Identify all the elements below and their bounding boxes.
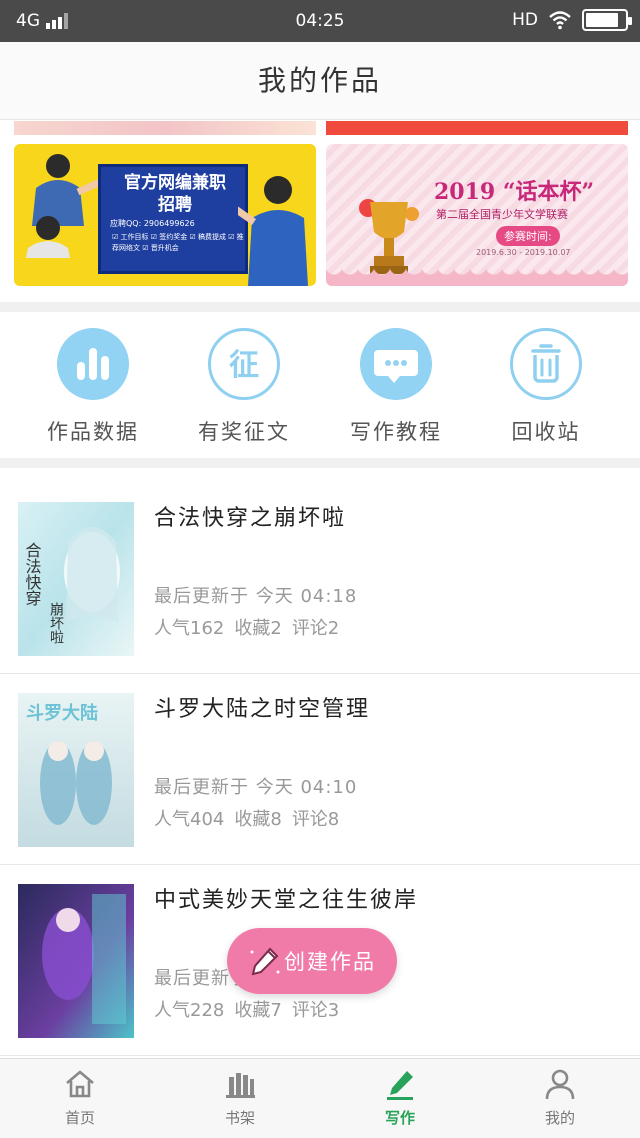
nav-label: 书架 xyxy=(224,1109,255,1127)
comments-count: 评论2 xyxy=(291,618,340,639)
svg-text:合法快穿: 合法快穿 xyxy=(23,542,42,607)
book-cover-image: 合法快穿 崩坏啦 xyxy=(18,502,134,656)
contest-banner[interactable]: 2019 “话本杯” 第二届全国青少年文学联赛 参赛时间: 2019.6.30 … xyxy=(326,144,628,286)
title-bar: 我的作品 xyxy=(0,42,640,120)
bookshelf-icon xyxy=(226,1073,255,1098)
recruitment-perks: ☑ 工作目标 ☑ 签约奖金 ☑ 稿费提成 ☑ 推荐网络文 ☑ 晋升机会 xyxy=(112,233,244,252)
quick-actions: 作品数据 征 有奖征文 写作教程 回收站 xyxy=(0,314,640,460)
popularity-count: 人气162 xyxy=(154,618,225,639)
popularity-count: 人气404 xyxy=(154,809,225,830)
hd-indicator: HD xyxy=(512,10,538,30)
nav-profile[interactable]: 我的 xyxy=(480,1067,640,1128)
nav-home[interactable]: 首页 xyxy=(0,1067,160,1128)
svg-text:崩坏啦: 崩坏啦 xyxy=(48,602,64,644)
action-recycle-bin[interactable]: 回收站 xyxy=(470,328,622,446)
work-title: 斗罗大陆之时空管理 xyxy=(154,697,371,722)
favorites-count: 收藏8 xyxy=(234,809,282,830)
nav-label: 写作 xyxy=(384,1109,415,1127)
work-updated: 最后更新于 今天 04:18 xyxy=(154,586,358,607)
profile-icon xyxy=(545,1069,575,1100)
recruitment-title: 官方网编兼职 招聘 xyxy=(124,173,226,215)
bottom-navigation: 首页 书架 写作 我的 xyxy=(0,1058,640,1138)
contest-time-label: 参赛时间: xyxy=(496,226,560,246)
page-title: 我的作品 xyxy=(257,64,382,97)
book-cover-image xyxy=(18,884,134,1038)
popularity-count: 人气228 xyxy=(154,1000,225,1021)
contest-date: 2019.6.30 - 2019.10.07 xyxy=(476,248,571,257)
wifi-icon xyxy=(549,11,571,30)
nav-bookshelf[interactable]: 书架 xyxy=(160,1067,320,1128)
battery-icon xyxy=(582,9,632,31)
work-updated: 最后更新于 今天 04:10 xyxy=(154,777,358,798)
person-illustration xyxy=(26,154,98,258)
action-contest[interactable]: 征 有奖征文 xyxy=(168,328,320,446)
trophy-icon xyxy=(359,199,419,274)
decorative-scallop xyxy=(326,266,628,286)
contest-title: 2019 “话本杯” xyxy=(434,179,595,205)
work-title: 中式美妙天堂之往生彼岸 xyxy=(154,888,419,913)
create-work-button[interactable]: 创建作品 xyxy=(227,928,397,994)
action-label: 写作教程 xyxy=(350,420,442,444)
action-tutorial[interactable]: 写作教程 xyxy=(320,328,472,446)
bar-chart-icon xyxy=(57,328,129,400)
nav-label: 首页 xyxy=(64,1109,95,1127)
favorites-count: 收藏2 xyxy=(234,618,282,639)
svg-text:征: 征 xyxy=(229,348,259,383)
nav-label: 我的 xyxy=(544,1109,575,1127)
chat-bubble-icon xyxy=(360,328,432,400)
action-work-data[interactable]: 作品数据 xyxy=(17,328,169,446)
comments-count: 评论8 xyxy=(291,809,340,830)
recruitment-qq: 应聘QQ: 2906499626 xyxy=(110,219,195,228)
write-icon xyxy=(387,1071,413,1100)
trash-icon xyxy=(510,328,582,400)
status-bar: 4G 04:25 HD xyxy=(0,0,640,42)
book-cover-image: 斗罗大陆 xyxy=(18,693,134,847)
comments-count: 评论3 xyxy=(291,1000,340,1021)
work-title: 合法快穿之崩坏啦 xyxy=(154,506,347,531)
banner-preview-left[interactable] xyxy=(14,121,316,135)
home-icon xyxy=(66,1070,94,1098)
svg-text:斗罗大陆: 斗罗大陆 xyxy=(26,702,98,724)
pencil-icon xyxy=(250,947,280,976)
status-icons: HD xyxy=(512,9,632,31)
action-label: 作品数据 xyxy=(47,420,139,444)
work-item[interactable]: 斗罗大陆 斗罗大陆之时空管理 最后更新于 今天 04:10 人气404 收藏8 评论… xyxy=(0,675,640,865)
contest-subtitle: 第二届全国青少年文学联赛 xyxy=(436,208,568,221)
job-recruitment-banner[interactable]: 官方网编兼职 招聘 应聘QQ: 2906499626 ☑ 工作目标 ☑ 签约奖金… xyxy=(14,144,316,286)
section-divider xyxy=(0,302,640,312)
work-stats: 人气228 收藏7 评论3 xyxy=(154,996,349,1022)
work-stats: 人气404 收藏8 评论8 xyxy=(154,805,349,831)
banner-preview-right[interactable] xyxy=(326,121,628,135)
work-stats: 人气162 收藏2 评论2 xyxy=(154,614,349,640)
create-work-label: 创建作品 xyxy=(284,950,376,974)
person-illustration xyxy=(238,176,308,286)
section-divider xyxy=(0,458,640,468)
nav-write[interactable]: 写作 xyxy=(320,1067,480,1128)
work-item[interactable]: 合法快穿 崩坏啦 合法快穿之崩坏啦 最后更新于 今天 04:18 人气162 收藏… xyxy=(0,484,640,674)
action-label: 有奖征文 xyxy=(198,420,290,444)
favorites-count: 收藏7 xyxy=(234,1000,282,1021)
contest-icon: 征 xyxy=(208,328,280,400)
action-label: 回收站 xyxy=(511,420,581,444)
